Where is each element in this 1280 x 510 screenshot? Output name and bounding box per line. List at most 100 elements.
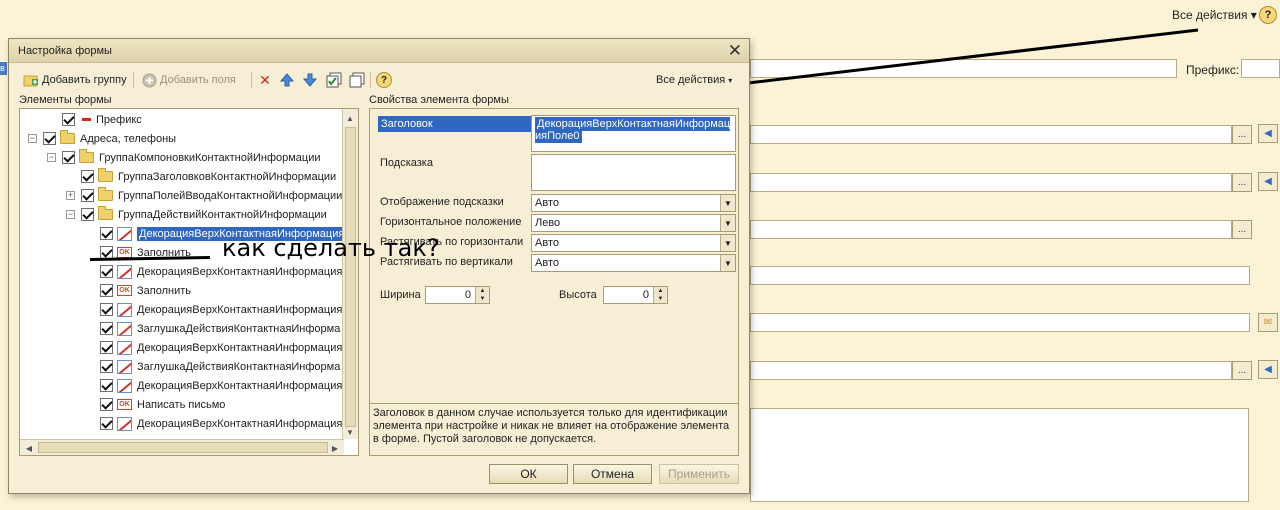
tree-row-checkbox[interactable] (62, 151, 75, 164)
ok-button[interactable]: ОК (489, 464, 568, 484)
bg-left-edge-tab[interactable]: в (0, 62, 7, 75)
bg-field-5[interactable] (750, 313, 1250, 332)
tree-row-checkbox[interactable] (100, 265, 113, 278)
bg-all-actions-menu[interactable]: Все действия ▾ (1172, 8, 1257, 22)
tree-row-checkbox[interactable] (100, 322, 113, 335)
tree-row-label: Адреса, телефоны (80, 132, 177, 145)
v-stretch-select[interactable]: Авто ▼ (531, 254, 736, 272)
tree-row-checkbox[interactable] (100, 227, 113, 240)
scroll-up-icon[interactable]: ▲ (343, 111, 357, 125)
bg-arrow-left-icon[interactable]: ◀ (1258, 124, 1278, 143)
tree-row[interactable]: ДекорацияВерхКонтактнаяИнформация (85, 414, 342, 433)
tree-row-checkbox[interactable] (43, 132, 56, 145)
bg-prefix-field[interactable] (1241, 59, 1280, 78)
bg-field-2[interactable] (750, 173, 1232, 192)
tree-row[interactable]: OK Заполнить (85, 281, 191, 300)
tree-row[interactable]: ЗаглушкаДействияКонтактнаяИнформа (85, 357, 340, 376)
chevron-down-icon[interactable]: ▼ (720, 255, 735, 271)
width-spinner[interactable]: 0 ▲ ▼ (425, 286, 490, 304)
tree-row-checkbox[interactable] (100, 379, 113, 392)
apply-button[interactable]: Применить (659, 464, 739, 484)
tree-row[interactable]: OK Написать письмо (85, 395, 225, 414)
tree-vertical-scrollbar[interactable]: ▲ ▼ (342, 109, 358, 439)
tree-row-checkbox[interactable] (100, 341, 113, 354)
collapse-icon[interactable]: − (47, 153, 56, 162)
bg-field-6-select-button[interactable]: ... (1232, 361, 1252, 380)
scroll-down-icon[interactable]: ▼ (343, 425, 357, 439)
move-up-button[interactable] (279, 71, 295, 89)
tree-row-checkbox[interactable] (100, 398, 113, 411)
bg-field-1-select-button[interactable]: ... (1232, 125, 1252, 144)
uncheck-all-button[interactable] (349, 71, 365, 89)
scroll-right-icon[interactable]: ▶ (328, 441, 342, 455)
tree-horizontal-scrollbar[interactable]: ◀ ▶ (20, 439, 344, 455)
bg-field-3-select-button[interactable]: ... (1232, 220, 1252, 239)
tree-row[interactable]: ДекорацияВерхКонтактнаяИнформация (85, 300, 342, 319)
h-stretch-select[interactable]: Авто ▼ (531, 234, 736, 252)
tree-row[interactable]: + ГруппаПолейВводаКонтактнойИнформации (66, 186, 342, 205)
tooltip-display-select[interactable]: Авто ▼ (531, 194, 736, 212)
height-spinner[interactable]: 0 ▲ ▼ (603, 286, 668, 304)
chevron-down-icon[interactable]: ▼ (720, 195, 735, 211)
collapse-icon[interactable]: − (66, 210, 75, 219)
tree-row-checkbox[interactable] (100, 417, 113, 430)
folder-icon (60, 130, 75, 144)
tree-row[interactable]: Префикс (47, 110, 142, 129)
tree-row-label: Написать письмо (137, 398, 226, 411)
bg-arrow-left-icon[interactable]: ◀ (1258, 360, 1278, 379)
tree-row[interactable]: ГруппаЗаголовковКонтактнойИнформации (66, 167, 336, 186)
tree-row-checkbox[interactable] (81, 189, 94, 202)
bg-arrow-left-icon[interactable]: ◀ (1258, 172, 1278, 191)
chevron-down-icon[interactable]: ▼ (720, 235, 735, 251)
tree-row[interactable]: − ГруппаДействийКонтактнойИнформации (66, 205, 327, 224)
spinner-arrows-icon[interactable]: ▲ ▼ (653, 287, 667, 303)
bg-field-2-select-button[interactable]: ... (1232, 173, 1252, 192)
uncheck-all-icon (349, 72, 365, 88)
bg-field-6[interactable] (750, 361, 1232, 380)
tree-row-checkbox[interactable] (100, 360, 113, 373)
tree-row-label: ДекорацияВерхКонтактнаяИнформация (137, 417, 343, 430)
bg-field-1[interactable] (750, 125, 1232, 144)
tree-row[interactable]: ДекорацияВерхКонтактнаяИнформация (85, 262, 342, 281)
h-align-select[interactable]: Лево ▼ (531, 214, 736, 232)
collapse-icon[interactable]: − (28, 134, 37, 143)
tree-row-checkbox[interactable] (100, 284, 113, 297)
tree-row[interactable]: ДекорацияВерхКонтактнаяИнформация (85, 338, 342, 357)
tree-row-checkbox[interactable] (62, 113, 75, 126)
form-elements-tree[interactable]: Префикс − Адреса, телефоны − ГруппаКомпоновк… (19, 108, 359, 456)
chevron-down-icon[interactable]: ▼ (720, 215, 735, 231)
title-field[interactable]: ДекорацияВерхКонтактнаяИнформацияПоле0 (531, 115, 736, 152)
tree-row[interactable]: ЗаглушкаДействияКонтактнаяИнформа (85, 319, 340, 338)
check-all-button[interactable] (326, 71, 342, 89)
scroll-thumb[interactable] (345, 127, 356, 427)
arrow-up-icon (279, 72, 295, 88)
bg-mail-icon[interactable]: ✉ (1258, 313, 1278, 332)
close-icon[interactable]: ✕ (728, 41, 742, 61)
help-button[interactable]: ? (376, 71, 392, 89)
scroll-hthumb[interactable] (38, 442, 328, 453)
tree-row-checkbox[interactable] (100, 303, 113, 316)
decoration-icon (117, 340, 132, 355)
tree-row-checkbox[interactable] (81, 208, 94, 221)
bg-field-4[interactable] (750, 266, 1250, 285)
bg-comment-area[interactable] (750, 408, 1249, 502)
expand-icon[interactable]: + (66, 191, 75, 200)
tree-row[interactable]: − ГруппаКомпоновкиКонтактнойИнформации (47, 148, 321, 167)
add-fields-button[interactable]: Добавить поля (141, 71, 236, 89)
delete-button[interactable]: ✕ (257, 71, 273, 89)
hint-field[interactable] (531, 154, 736, 191)
tree-row-label: ГруппаДействийКонтактнойИнформации (118, 208, 327, 221)
tree-row-checkbox[interactable] (81, 170, 94, 183)
tree-row[interactable]: − Адреса, телефоны (28, 129, 176, 148)
scroll-left-icon[interactable]: ◀ (22, 441, 36, 455)
spinner-arrows-icon[interactable]: ▲ ▼ (475, 287, 489, 303)
all-actions-menu[interactable]: Все действия ▾ (656, 71, 732, 89)
cancel-button[interactable]: Отмена (573, 464, 652, 484)
tree-row[interactable]: ДекорацияВерхКонтактнаяИнформация (85, 376, 342, 395)
tree-row-label: Префикс (96, 113, 142, 126)
bg-field-3[interactable] (750, 220, 1232, 239)
bg-help-button[interactable]: ? (1259, 6, 1277, 24)
add-group-button[interactable]: Добавить группу (23, 71, 127, 89)
move-down-button[interactable] (302, 71, 318, 89)
title-field-value: ДекорацияВерхКонтактнаяИнформацияПоле0 (535, 117, 731, 143)
